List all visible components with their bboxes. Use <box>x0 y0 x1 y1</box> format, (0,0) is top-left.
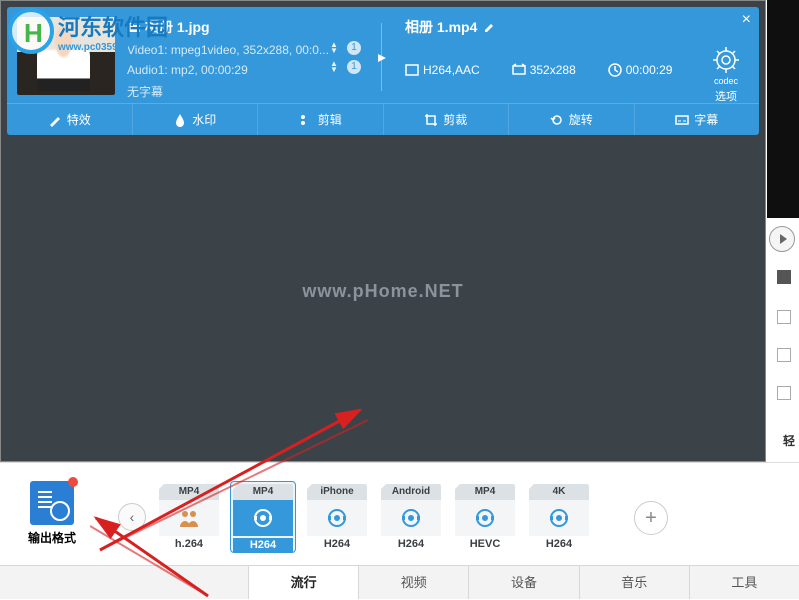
film-icon <box>381 500 441 536</box>
watermark-button[interactable]: 水印 <box>133 104 259 135</box>
format-label-top: iPhone <box>307 484 367 500</box>
preview-strip <box>767 0 799 218</box>
subtitle-button[interactable]: 字幕 <box>635 104 760 135</box>
play-button[interactable] <box>769 226 795 252</box>
scroll-left-button[interactable]: ‹ <box>118 503 146 531</box>
rotate-icon <box>550 113 564 127</box>
scissors-icon <box>299 113 313 127</box>
format-mp4-hevc[interactable]: MP4 HEVC <box>452 481 518 553</box>
side-checkbox-1[interactable] <box>777 310 791 324</box>
format-label-bot: H264 <box>529 538 589 550</box>
audio-stream-badge: 1 <box>347 60 361 74</box>
source-info: 相册 1.jpg Video1: mpeg1video, 352x288, 00… <box>127 17 329 100</box>
output-format-button[interactable]: 输出格式 <box>28 481 76 546</box>
video-stream-spinner[interactable]: ▲▼ <box>329 42 339 54</box>
film-icon <box>159 500 219 536</box>
format-label-top: Android <box>381 484 441 500</box>
subtitle-icon <box>675 113 689 127</box>
effects-button[interactable]: 特效 <box>7 104 133 135</box>
tab-0[interactable]: 流行 <box>248 566 358 599</box>
video-stream-badge: 1 <box>347 41 361 55</box>
format-iphone-h264[interactable]: iPhone H264 <box>304 481 370 553</box>
film-icon <box>529 500 589 536</box>
clock-icon <box>608 63 622 77</box>
format-label-top: MP4 <box>233 484 293 500</box>
add-format-button[interactable]: + <box>634 501 668 535</box>
edit-toolbar: 特效 水印 剪辑 剪裁 旋转 字幕 <box>7 103 759 135</box>
wand-icon <box>48 113 62 127</box>
format-android-h264[interactable]: Android H264 <box>378 481 444 553</box>
chip-icon <box>777 270 791 284</box>
rotate-button[interactable]: 旋转 <box>509 104 635 135</box>
format-label-bot: H264 <box>233 538 293 552</box>
film-icon <box>307 500 367 536</box>
format-label-bot: h.264 <box>159 538 219 550</box>
format-label-top: MP4 <box>455 484 515 500</box>
dest-duration: 00:00:29 <box>608 63 673 77</box>
source-thumbnail[interactable] <box>17 17 115 95</box>
gear-icon <box>709 43 743 77</box>
subtitle-info: 无字幕 <box>127 83 329 100</box>
side-checkbox-2[interactable] <box>777 348 791 362</box>
output-panel: 输出格式 ‹ + MP4h.264MP4H264iPhoneH264Androi… <box>0 462 799 599</box>
category-tabs: 流行视频设备音乐工具 <box>0 565 799 599</box>
tab-3[interactable]: 音乐 <box>579 566 689 599</box>
file-card: × 相册 1.jpg Video1: mpeg1video, 352x288, … <box>7 7 759 135</box>
edit-icon[interactable] <box>483 20 497 34</box>
resolution-icon <box>512 63 526 77</box>
dest-resolution: 352x288 <box>512 63 576 77</box>
format-label-bot: H264 <box>307 538 367 550</box>
video-info: Video1: mpeg1video, 352x288, 00:0... <box>127 43 329 57</box>
close-icon[interactable]: × <box>742 11 751 29</box>
dest-codec: H264,AAC <box>405 63 480 77</box>
format-mp4-h.264[interactable]: MP4 h.264 <box>156 481 222 553</box>
format-label-top: MP4 <box>159 484 219 500</box>
format-label-bot: H264 <box>381 538 441 550</box>
editor-panel: × 相册 1.jpg Video1: mpeg1video, 352x288, … <box>0 0 766 462</box>
tab-1[interactable]: 视频 <box>358 566 468 599</box>
film-icon <box>233 500 293 536</box>
codec-icon <box>405 63 419 77</box>
source-filename: 相册 1.jpg <box>127 17 329 37</box>
center-watermark: www.pHome.NET <box>1 281 765 302</box>
side-checkbox-3[interactable] <box>777 386 791 400</box>
dest-properties: H264,AAC 352x288 00:00:29 <box>405 63 672 77</box>
film-icon <box>455 500 515 536</box>
folder-icon <box>127 20 141 34</box>
format-4k-h264[interactable]: 4K H264 <box>526 481 592 553</box>
crop-icon <box>424 113 438 127</box>
dest-info: 相册 1.mp4 <box>405 17 497 37</box>
format-label-top: 4K <box>529 484 589 500</box>
codec-options-button[interactable]: codec 选项 <box>709 43 743 104</box>
side-label: 轻 <box>783 432 795 449</box>
format-list: MP4 h.264 MP4 H264 iPhone H264 Android H264 MP4 H… <box>156 481 592 553</box>
crop-button[interactable]: 剪裁 <box>384 104 510 135</box>
convert-arrow-icon <box>376 52 388 64</box>
output-format-icon <box>30 481 74 525</box>
drop-icon <box>173 113 187 127</box>
audio-info: Audio1: mp2, 00:00:29 <box>127 63 329 77</box>
dest-filename: 相册 1.mp4 <box>405 17 497 37</box>
audio-stream-spinner[interactable]: ▲▼ <box>329 61 339 73</box>
format-mp4-h264[interactable]: MP4 H264 <box>230 481 296 553</box>
format-label-bot: HEVC <box>455 538 515 550</box>
tab-4[interactable]: 工具 <box>689 566 799 599</box>
tab-2[interactable]: 设备 <box>468 566 578 599</box>
trim-button[interactable]: 剪辑 <box>258 104 384 135</box>
